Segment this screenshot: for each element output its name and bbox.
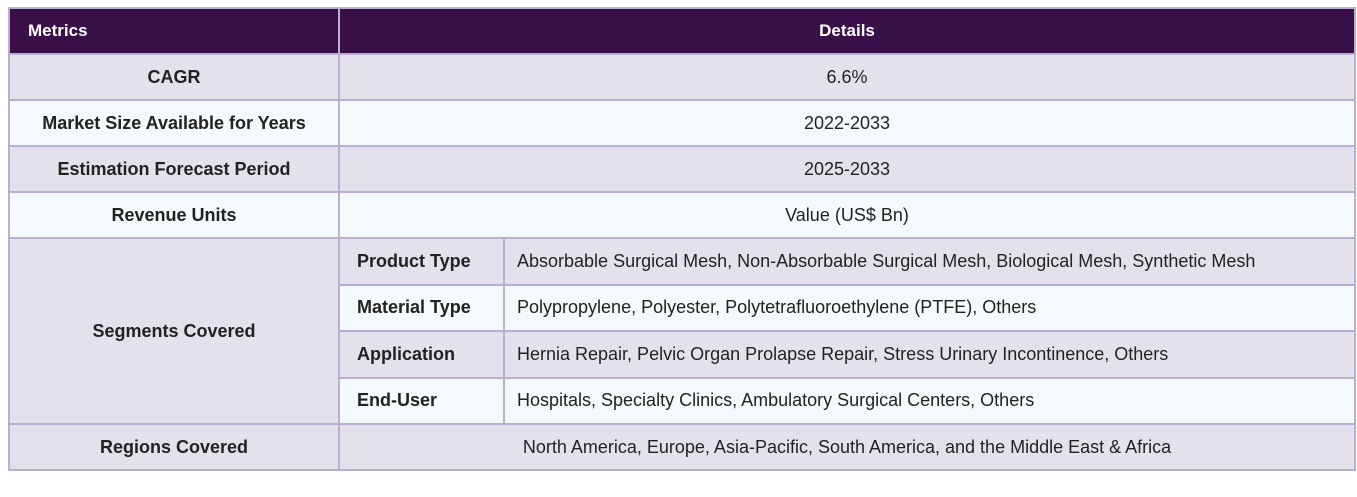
value-cell: 2022-2033: [338, 99, 1356, 147]
table-row-market-size-years: Market Size Available for Years 2022-203…: [8, 99, 1356, 147]
segment-value-cell: Polypropylene, Polyester, Polytetrafluor…: [503, 283, 1356, 332]
metrics-column-header: Metrics: [8, 7, 340, 55]
metric-cell: Market Size Available for Years: [8, 99, 340, 147]
metric-cell: Regions Covered: [8, 423, 340, 471]
metric-cell: Estimation Forecast Period: [8, 145, 340, 193]
details-column-header: Details: [338, 7, 1356, 55]
value-cell: 2025-2033: [338, 145, 1356, 193]
segment-value-cell: Absorbable Surgical Mesh, Non-Absorbable…: [503, 237, 1356, 286]
segment-name-cell: End-User: [338, 376, 505, 425]
table-row-segment-product-type: Segments Covered Product Type Absorbable…: [8, 237, 1356, 425]
segment-value-cell: Hospitals, Specialty Clinics, Ambulatory…: [503, 376, 1356, 425]
value-cell: Value (US$ Bn): [338, 191, 1356, 239]
report-metrics-table: Metrics Details CAGR 6.6% Market Size Av…: [8, 7, 1356, 471]
table-row-revenue-units: Revenue Units Value (US$ Bn): [8, 191, 1356, 239]
metric-cell: Revenue Units: [8, 191, 340, 239]
report-metrics-table-container: Metrics Details CAGR 6.6% Market Size Av…: [8, 7, 1356, 471]
value-cell: 6.6%: [338, 53, 1356, 101]
segments-covered-cell: Segments Covered: [8, 237, 340, 425]
table-header-row: Metrics Details: [8, 7, 1356, 55]
table-row-forecast-period: Estimation Forecast Period 2025-2033: [8, 145, 1356, 193]
table-row-regions-covered: Regions Covered North America, Europe, A…: [8, 423, 1356, 471]
metric-cell: CAGR: [8, 53, 340, 101]
segment-name-cell: Product Type: [338, 237, 505, 286]
segment-name-cell: Material Type: [338, 283, 505, 332]
segment-name-cell: Application: [338, 330, 505, 379]
value-cell: North America, Europe, Asia-Pacific, Sou…: [338, 423, 1356, 471]
segment-value-cell: Hernia Repair, Pelvic Organ Prolapse Rep…: [503, 330, 1356, 379]
table-row-cagr: CAGR 6.6%: [8, 53, 1356, 101]
